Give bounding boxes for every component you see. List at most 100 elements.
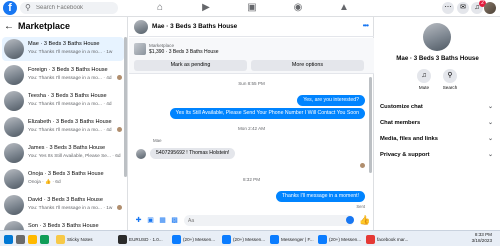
conversation-item[interactable]: Foreign · 3 Beds 3 Baths House You: Than… [2, 63, 124, 87]
start-button[interactable] [4, 233, 13, 245]
listing-price[interactable]: $1,390 · 3 Beds 3 Baths House [149, 49, 219, 55]
taskbar-app[interactable]: EURUSD · 1.0... [118, 233, 163, 245]
like-icon[interactable]: 👍 [359, 215, 370, 226]
gif-icon[interactable]: ▩ [170, 216, 179, 225]
conversation-item[interactable]: Mae · 3 Beds 3 Baths House You: Thanks I… [2, 37, 124, 61]
sidebar-scrollbar[interactable] [124, 37, 127, 177]
chat-members-row[interactable]: Chat members ⌄ [380, 116, 495, 130]
video-icon[interactable]: ▶ [198, 2, 214, 14]
chat-title[interactable]: Mae · 3 Beds 3 Baths House [152, 23, 237, 30]
row-label: Privacy & support [380, 152, 430, 158]
more-icon[interactable]: ••• [363, 21, 369, 30]
taskbar-label: Messenger | F... [281, 236, 314, 242]
conversation-item[interactable]: Onoja · 3 Beds 3 Baths House Onoja · 👍 ·… [2, 167, 124, 191]
mute-button[interactable]: ♫ Mute [414, 69, 434, 90]
top-navigation-bar: f ⚲ ⌂ ▶ ▣ ◉ ▲ ⋯ ✉ ♫ 2 [0, 0, 500, 17]
profile-avatar[interactable] [484, 2, 496, 14]
sender-name: Mae [153, 138, 162, 143]
messenger-icon [318, 234, 327, 244]
sticker-icon[interactable]: ▦ [158, 216, 167, 225]
facebook-logo[interactable]: f [3, 1, 17, 15]
privacy-support-row[interactable]: Privacy & support ⌄ [380, 148, 495, 162]
emoji-icon[interactable] [346, 216, 354, 224]
customize-chat-row[interactable]: Customize chat ⌄ [380, 100, 495, 114]
gaming-icon[interactable]: ▲ [336, 2, 352, 14]
conversation-preview: You: Thanks I'll message in a mo... · 1w [28, 50, 113, 55]
taskbar-app[interactable]: Messenger | F... [270, 233, 314, 245]
avatar [4, 39, 24, 59]
chart-app-icon [118, 234, 127, 244]
taskbar-label: facebook mar... [377, 236, 409, 242]
avatar [4, 91, 24, 111]
chat-scrollbar[interactable] [369, 77, 372, 173]
taskbar-label: (20+) Messen... [183, 236, 216, 242]
search-icon: ⚲ [25, 3, 31, 12]
image-icon[interactable]: ▣ [146, 216, 155, 225]
sent-status: Sent [356, 204, 365, 209]
sidebar-title: Marketplace [18, 21, 71, 31]
taskbar-label: (20+) Messen... [233, 236, 266, 242]
conversation-preview: You: Thanks I'll message in a mo... · 1w [28, 206, 113, 211]
messenger-icon[interactable]: ✉ [457, 2, 469, 14]
search-in-chat-button[interactable]: ⚲ Search [440, 69, 460, 90]
messenger-icon [222, 234, 231, 244]
chevron-down-icon: ⌄ [487, 152, 493, 158]
chevron-down-icon: ⌄ [487, 120, 493, 126]
message-timestamp: 8:32 PM [242, 177, 261, 182]
media-files-links-row[interactable]: Media, files and links ⌄ [380, 132, 495, 146]
conversation-item[interactable]: David · 3 Beds 3 Baths House You: Thanks… [2, 193, 124, 217]
groups-icon[interactable]: ◉ [290, 2, 306, 14]
listing-thumbnail[interactable] [134, 43, 146, 55]
conversation-name: Onoja · 3 Beds 3 Baths House [28, 171, 104, 177]
read-receipt-avatar [117, 127, 122, 132]
conversation-name: Elizabeth · 3 Beds 3 Baths House [28, 119, 112, 125]
row-label: Chat members [380, 120, 421, 126]
windows-taskbar: Sticky Notes EURUSD · 1.0... (20+) Messe… [0, 230, 500, 246]
read-receipt-avatar [360, 163, 365, 168]
taskbar-label: (20+) Messen... [329, 236, 362, 242]
conversation-item[interactable]: Teesha · 3 Beds 3 Baths House You: Thank… [2, 89, 124, 113]
avatar [4, 65, 24, 85]
row-label: Media, files and links [380, 136, 438, 142]
message-composer: ✚ ▣ ▦ ▩ 👍 [129, 213, 374, 228]
back-arrow-icon[interactable]: ← [4, 21, 14, 32]
mute-label: Mute [418, 85, 430, 90]
folder-icon [28, 234, 37, 244]
taskbar-app[interactable] [28, 233, 37, 245]
taskbar-app[interactable]: (20+) Messen... [172, 233, 215, 245]
sticky-notes-icon [56, 234, 65, 244]
message-input[interactable] [184, 215, 354, 226]
plus-icon[interactable]: ✚ [134, 216, 143, 225]
more-options-button[interactable]: More options [251, 60, 364, 71]
messenger-icon [270, 234, 279, 244]
row-label: Customize chat [380, 104, 423, 110]
conversation-item[interactable]: James · 3 Beds 3 Baths House You: Yes It… [2, 141, 124, 165]
taskbar-app[interactable] [16, 233, 25, 245]
clock-date: 3/18/2023 [471, 238, 492, 243]
taskbar-app[interactable]: (20+) Messen... [318, 233, 361, 245]
mark-as-pending-button[interactable]: Mark as pending [134, 60, 247, 71]
avatar [4, 143, 24, 163]
read-receipt-avatar [117, 75, 122, 80]
search-icon [16, 234, 25, 244]
marketplace-icon[interactable]: ▣ [244, 2, 260, 14]
system-clock[interactable]: 8:33 PM 3/18/2023 [472, 232, 492, 244]
taskbar-app[interactable]: (20+) Messen... [222, 233, 265, 245]
search-box[interactable]: ⚲ [20, 2, 118, 14]
avatar[interactable] [423, 23, 451, 51]
menu-icon[interactable]: ⋯ [442, 2, 454, 14]
conversation-item[interactable]: Elizabeth · 3 Beds 3 Baths House You: Th… [2, 115, 124, 139]
avatar [4, 221, 24, 230]
taskbar-label: Sticky Notes [67, 236, 93, 242]
home-icon[interactable]: ⌂ [152, 2, 168, 14]
taskbar-app[interactable]: Sticky Notes [56, 233, 93, 245]
conversation-name: Foreign · 3 Beds 3 Baths House [28, 67, 108, 73]
taskbar-app[interactable] [40, 233, 49, 245]
details-name: Mae · 3 Beds 3 Baths House [396, 55, 479, 62]
chevron-down-icon: ⌄ [487, 104, 493, 110]
taskbar-app[interactable]: facebook mar... [366, 233, 408, 245]
avatar[interactable] [134, 20, 148, 34]
conversation-item[interactable]: Son · 3 Beds 3 Baths House [2, 219, 124, 230]
conversation-preview: Onoja · 👍 · 6d [28, 180, 61, 185]
search-input[interactable] [36, 2, 114, 14]
